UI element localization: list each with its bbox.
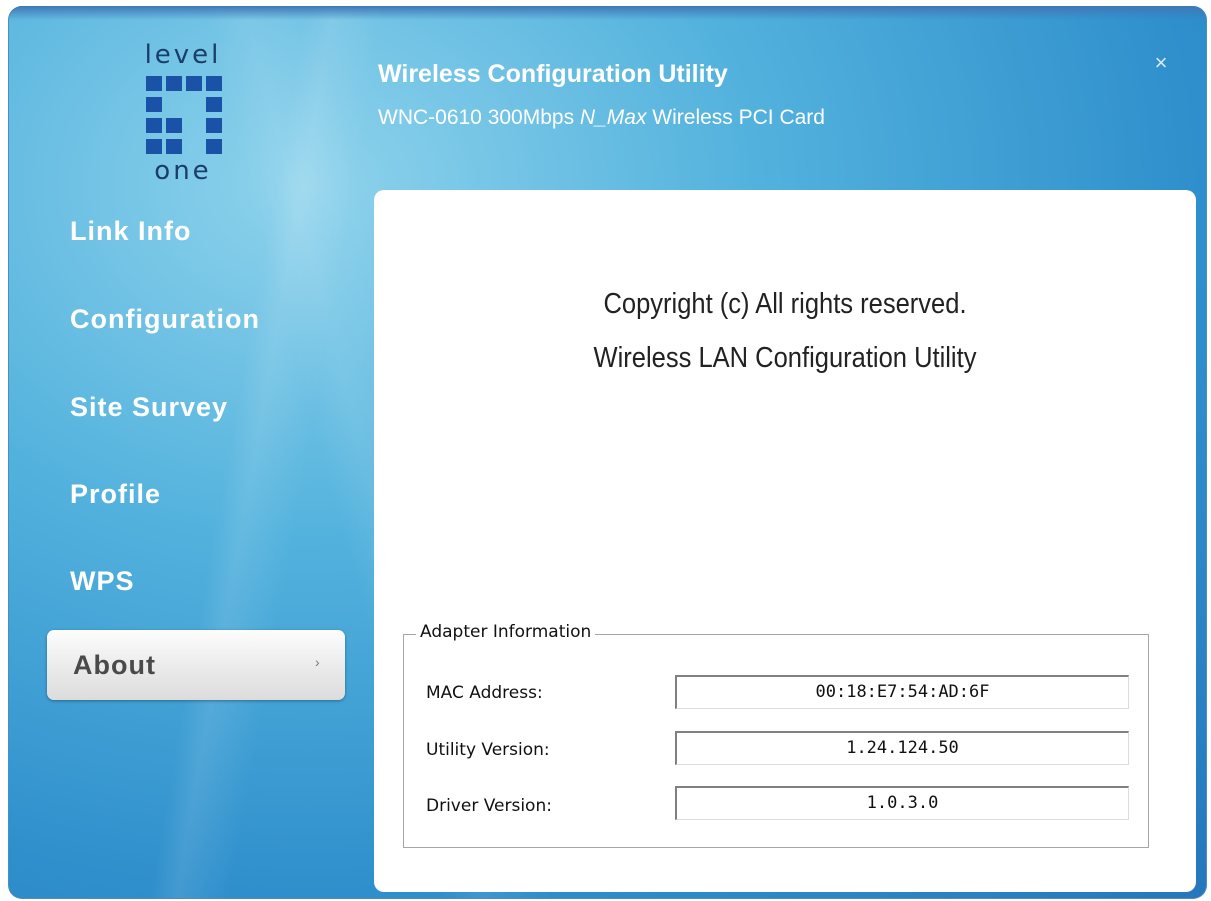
- subtitle-suffix: Wireless PCI Card: [646, 106, 825, 129]
- driver-version-field: 1.0.3.0: [675, 786, 1129, 820]
- adapter-info-legend: Adapter Information: [416, 622, 596, 642]
- logo-grid-icon: [146, 76, 222, 156]
- copyright-text: Copyright (c) All rights reserved.: [603, 288, 967, 320]
- levelone-logo: level one: [128, 40, 238, 190]
- chevron-right-icon: ›: [315, 654, 320, 670]
- adapter-info-group: Adapter Information MAC Address: 00:18:E…: [403, 622, 1149, 848]
- app-window: level one Wireless Configuration Utility…: [8, 6, 1207, 899]
- nav-link-info[interactable]: Link Info: [70, 216, 191, 247]
- nav-about[interactable]: About ›: [47, 630, 345, 700]
- driver-version-label: Driver Version:: [426, 796, 552, 816]
- nav-site-survey[interactable]: Site Survey: [70, 392, 228, 423]
- logo-text-bottom: one: [154, 156, 212, 186]
- nav-configuration[interactable]: Configuration: [70, 304, 260, 335]
- nav-wps[interactable]: WPS: [70, 566, 135, 597]
- about-panel: Copyright (c) All rights reserved. Wirel…: [374, 190, 1196, 892]
- app-subtitle: WNC-0610 300Mbps N_Max Wireless PCI Card: [378, 106, 825, 130]
- mac-address-field: 00:18:E7:54:AD:6F: [675, 675, 1129, 709]
- close-icon[interactable]: ×: [1150, 52, 1172, 74]
- utility-version-field: 1.24.124.50: [675, 731, 1129, 765]
- app-title: Wireless Configuration Utility: [378, 60, 728, 88]
- logo-text-top: level: [144, 40, 222, 70]
- utility-version-label: Utility Version:: [426, 740, 550, 760]
- nav-about-label: About: [73, 650, 156, 680]
- window-top-edge: [8, 6, 1207, 20]
- nav-profile[interactable]: Profile: [70, 479, 161, 510]
- subtitle-model: N_Max: [579, 106, 647, 129]
- mac-address-label: MAC Address:: [426, 683, 543, 703]
- subtitle-prefix: WNC-0610 300Mbps: [378, 106, 580, 129]
- product-name-text: Wireless LAN Configuration Utility: [593, 342, 977, 374]
